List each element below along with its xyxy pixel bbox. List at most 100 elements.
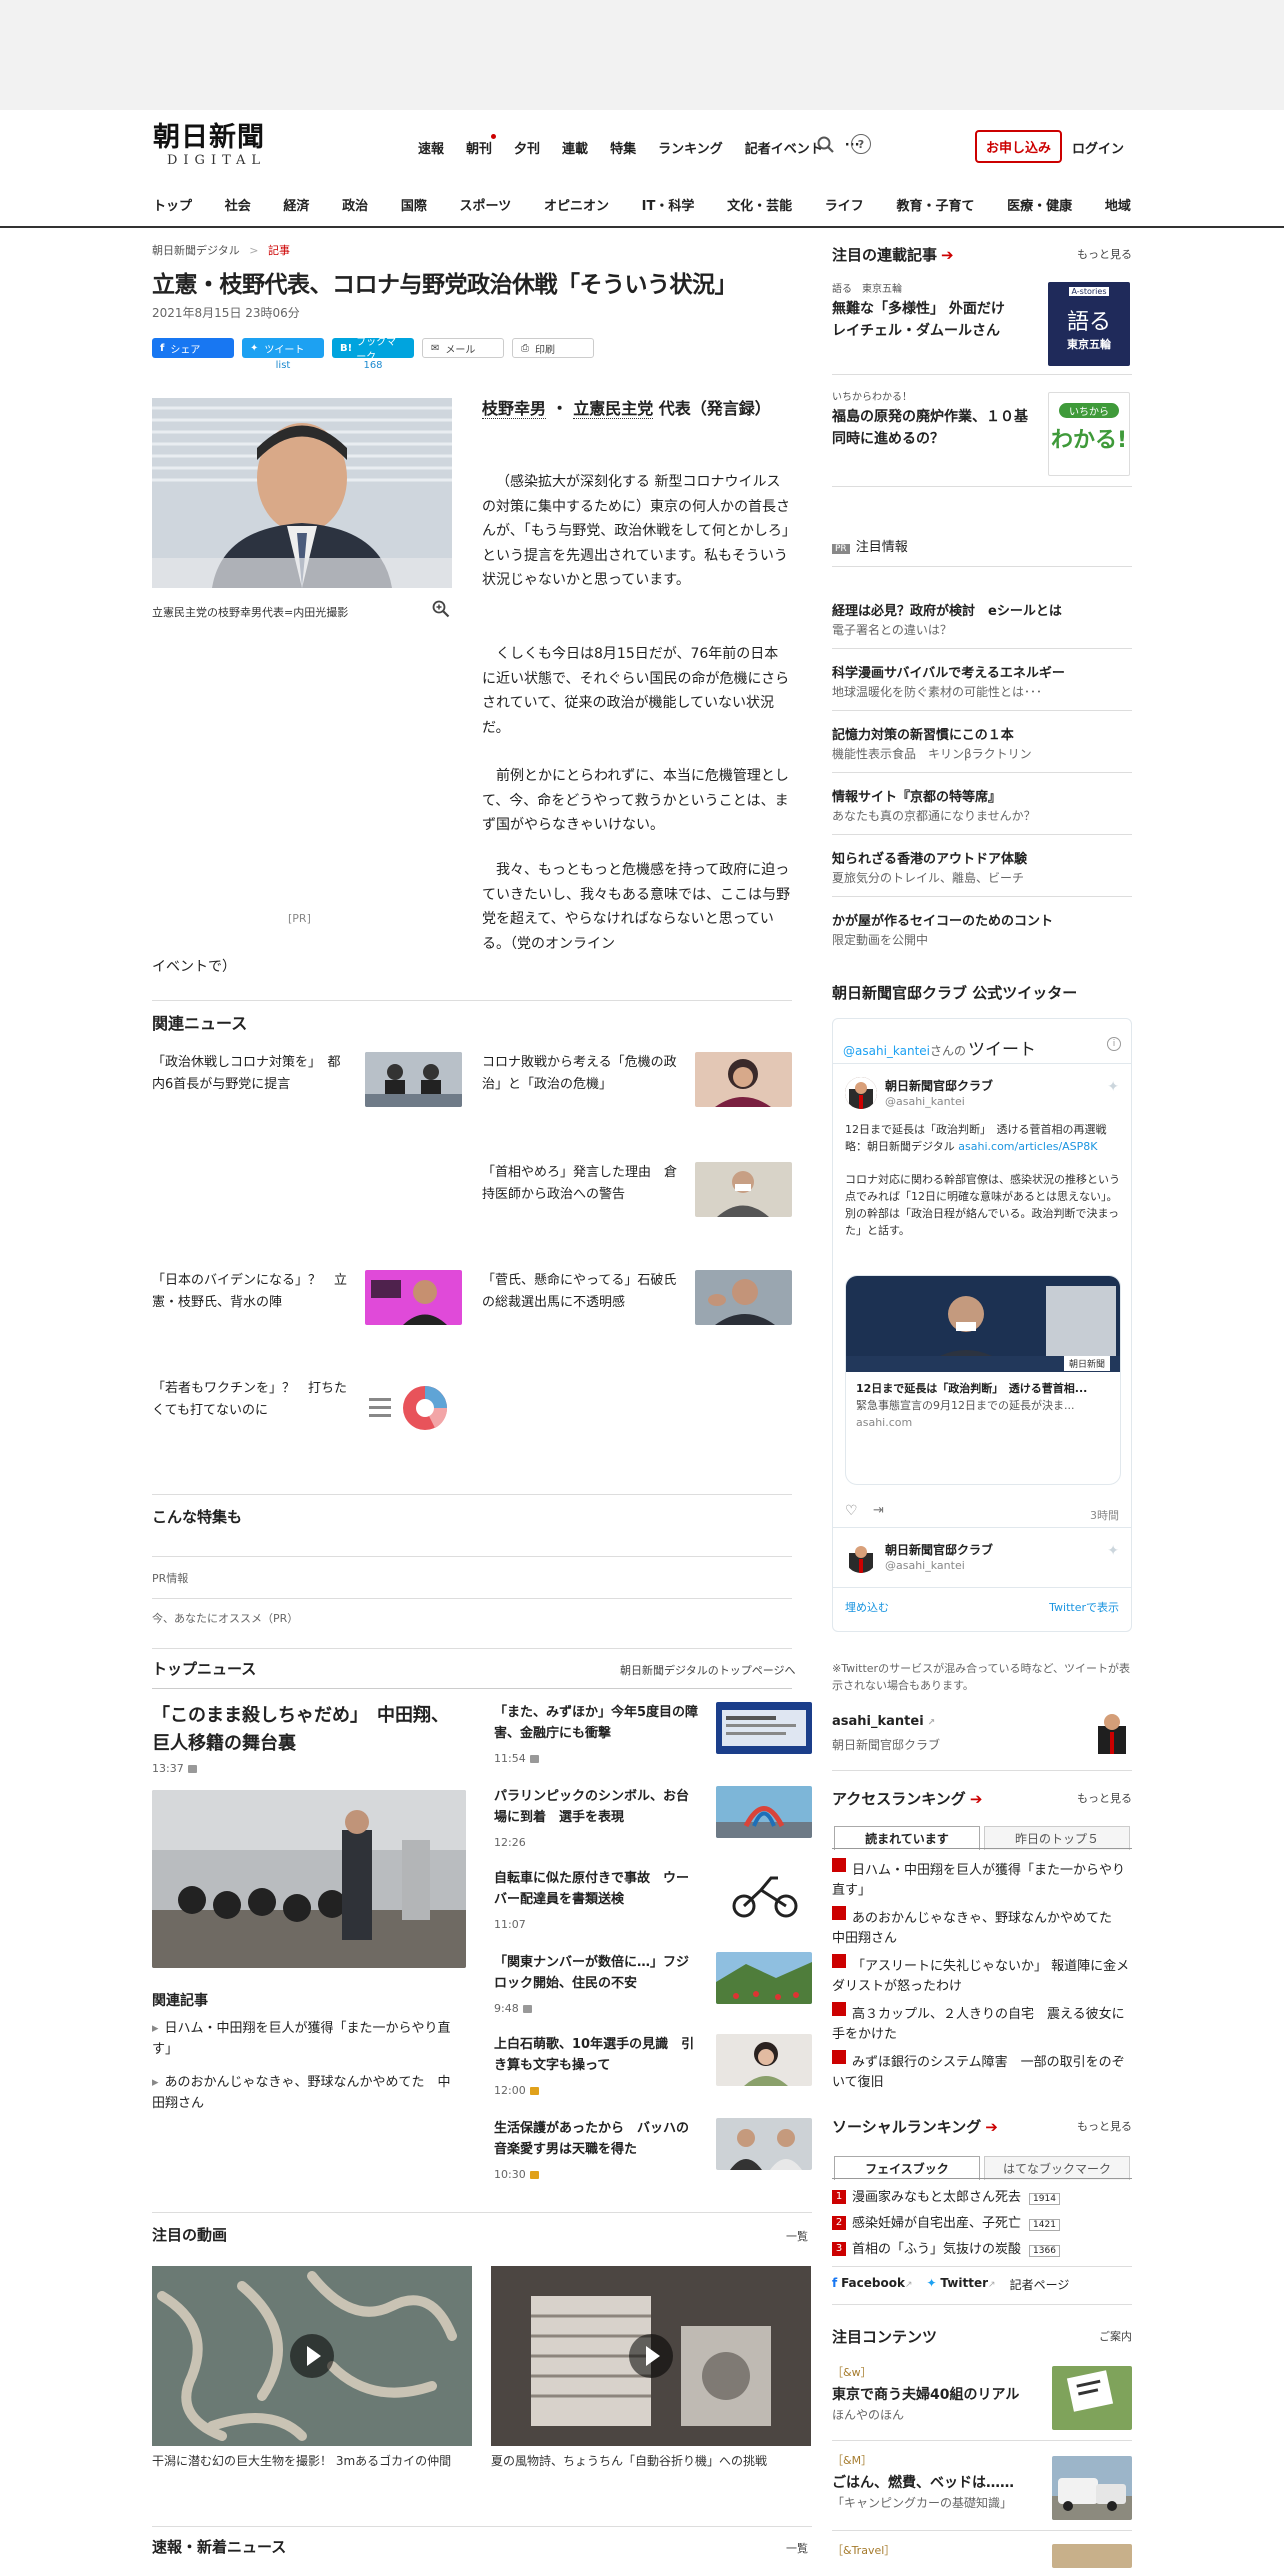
video-thumbnail[interactable] — [152, 2266, 472, 2446]
article-photo[interactable] — [152, 398, 452, 588]
facebook-link[interactable]: f Facebook↗ — [832, 2276, 913, 2293]
subscribe-button[interactable]: お申し込み — [975, 130, 1063, 163]
related-news-thumb[interactable] — [695, 1162, 792, 1217]
related-news-item[interactable]: 「若者もワクチンを」？ 打ちたくても打てないのに — [152, 1378, 347, 1422]
info-icon[interactable]: i — [1107, 1037, 1121, 1051]
content-guide-link[interactable]: ご案内 — [1099, 2328, 1132, 2344]
top-news-item-thumb[interactable] — [716, 1952, 812, 2004]
ranking-item[interactable]: 高３カップル、２人きりの自宅 震える彼女に手をかけた — [832, 2002, 1130, 2045]
help-icon[interactable]: ? — [851, 134, 871, 154]
category-sports[interactable]: スポーツ — [460, 195, 512, 214]
hatena-count[interactable]: 168 — [332, 360, 414, 371]
content-title[interactable]: 東京で商う夫婦40組のリアル — [832, 2384, 1032, 2404]
nav-events[interactable]: 記者イベント — [745, 138, 823, 157]
related-news-item[interactable]: 「首相やめろ」発言した理由 倉持医師から政治への警告 — [482, 1162, 677, 1206]
related-news-thumb[interactable] — [365, 1052, 462, 1107]
avatar[interactable] — [845, 1541, 877, 1573]
breaking-more-link[interactable]: 一覧 — [786, 2540, 808, 2556]
tweet-author-name[interactable]: 朝日新聞官邸クラブ — [885, 1541, 993, 1558]
related-news-thumb[interactable] — [695, 1052, 792, 1107]
search-icon[interactable] — [815, 134, 837, 156]
serial-more-link[interactable]: もっと見る — [1077, 246, 1132, 262]
category-politics[interactable]: 政治 — [342, 195, 368, 214]
serial-title[interactable]: 福島の原発の廃炉作業、１０基同時に進めるの？ — [832, 406, 1032, 450]
ranking-item[interactable]: みずほ銀行のシステム障害 一部の取引をのぞいて復旧 — [832, 2050, 1130, 2093]
nav-breaking[interactable]: 速報 — [418, 138, 444, 157]
tweet-time[interactable]: 3時間 — [1090, 1507, 1119, 1523]
nav-ranking[interactable]: ランキング — [658, 138, 723, 157]
facebook-share-button[interactable]: f シェア — [152, 338, 234, 358]
top-news-lead-photo[interactable] — [152, 1790, 466, 1968]
top-news-item-thumb[interactable] — [716, 1702, 812, 1754]
top-news-item-title[interactable]: パラリンピックのシンボル、お台場に到着 選手を表現 — [494, 1786, 700, 1828]
twitter-bird-icon[interactable]: ✦ — [1107, 1543, 1119, 1559]
reporter-page-link[interactable]: 記者ページ — [1010, 2276, 1070, 2293]
top-news-item-thumb[interactable] — [716, 2118, 812, 2170]
hatena-bookmark-button[interactable]: B! ブックマーク 168 — [332, 337, 414, 371]
category-international[interactable]: 国際 — [401, 195, 427, 214]
pr-item[interactable]: かが屋が作るセイコーのためのコント 限定動画を公開中 — [832, 910, 1132, 948]
related-article-link[interactable]: ▸ 日ハム・中田翔を巨人が獲得「また一からやり直す」 — [152, 2018, 462, 2060]
category-culture[interactable]: 文化・芸能 — [727, 195, 792, 214]
access-more-link[interactable]: もっと見る — [1077, 1790, 1132, 1806]
related-news-thumb[interactable] — [365, 1270, 462, 1325]
related-article-link[interactable]: ▸ あのおかんじゃなきゃ、野球なんかやめてた 中田翔さん — [152, 2072, 462, 2114]
social-ranking-item[interactable]: 2 感染妊婦が自宅出産、子死亡 1421 — [832, 2214, 1092, 2235]
category-it-science[interactable]: IT・科学 — [642, 195, 695, 214]
byline-name[interactable]: 枝野幸男 — [482, 399, 547, 419]
ranking-item[interactable]: 日ハム・中田翔を巨人が獲得「また一からやり直す」 — [832, 1858, 1130, 1901]
content-thumb[interactable] — [1052, 2456, 1132, 2520]
zoom-icon[interactable] — [432, 600, 450, 618]
category-top[interactable]: トップ — [153, 195, 192, 214]
related-news-item[interactable]: 「菅氏、懸命にやってる」石破氏の総裁選出馬に不透明感 — [482, 1270, 677, 1314]
pr-item[interactable]: 経理は必見？政府が検討 eシールとは 電子署名との違いは？ — [832, 600, 1132, 638]
twitter-link[interactable]: ✦ Twitter↗ — [927, 2276, 996, 2293]
top-news-item-title[interactable]: 上白石萌歌、10年選手の見識 引き算も文字も操って — [494, 2034, 700, 2076]
print-button[interactable]: ⎙ 印刷 — [512, 338, 594, 358]
top-news-item-thumb[interactable] — [716, 1868, 812, 1920]
category-education[interactable]: 教育・子育て — [896, 195, 974, 214]
tweet-author-name[interactable]: 朝日新聞官邸クラブ — [885, 1077, 993, 1094]
pr-item[interactable]: 情報サイト『京都の特等席』 あなたも真の京都通になりませんか？ — [832, 786, 1132, 824]
content-title[interactable]: ごはん、燃費、ベッドは…… — [832, 2472, 1032, 2492]
twitter-share-button[interactable]: ✦ ツイート list — [242, 338, 324, 371]
pr-item[interactable]: 記憶力対策の新習慣にこの１本 機能性表示食品 キリンβラクトリン — [832, 724, 1132, 762]
content-thumb[interactable] — [1052, 2366, 1132, 2430]
tweet-author-handle[interactable]: @asahi_kantei — [885, 1095, 965, 1108]
content-thumb[interactable] — [1052, 2544, 1132, 2568]
nav-feature[interactable]: 特集 — [610, 138, 636, 157]
video-title[interactable]: 夏の風物詩、ちょうちん「自動谷折り機」への挑戦 — [491, 2452, 811, 2471]
mail-button[interactable]: ✉ メール — [422, 338, 504, 358]
video-thumbnail[interactable] — [491, 2266, 811, 2446]
heart-icon[interactable]: ♡ — [845, 1503, 858, 1519]
category-life[interactable]: ライフ — [825, 195, 864, 214]
serial-title[interactable]: 無難な「多様性」 外面だけ レイチェル・ダムールさん — [832, 298, 1022, 342]
social-more-link[interactable]: もっと見る — [1077, 2118, 1132, 2134]
top-page-link[interactable]: 朝日新聞デジタルのトップページへ — [620, 1662, 796, 1678]
serial-thumb[interactable]: いちから わかる! — [1048, 392, 1130, 476]
play-icon[interactable] — [629, 2334, 673, 2378]
tab-most-read[interactable]: 読まれています — [834, 1826, 980, 1850]
top-news-item-title[interactable]: 生活保護があったから バッハの音楽愛す男は天職を得た — [494, 2118, 700, 2160]
breadcrumb-home[interactable]: 朝日新聞デジタル — [152, 244, 240, 257]
embed-link[interactable]: 埋め込む — [845, 1599, 889, 1615]
tab-facebook[interactable]: フェイスブック — [834, 2156, 980, 2180]
pr-item[interactable]: 科学漫画サバイバルで考えるエネルギー 地球温暖化を防ぐ素材の可能性とは･･･ — [832, 662, 1132, 700]
top-news-item-title[interactable]: 自転車に似た原付きで事故 ウーバー配達員を書類送検 — [494, 1868, 700, 1910]
share-icon[interactable]: ⇥ — [873, 1503, 884, 1518]
play-icon[interactable] — [290, 2334, 334, 2378]
account-handle[interactable]: asahi_kantei ↗ — [832, 1714, 1132, 1729]
top-news-item-thumb[interactable] — [716, 2034, 812, 2086]
tweet-author-handle[interactable]: @asahi_kantei — [885, 1559, 965, 1572]
tab-hatena[interactable]: はてなブックマーク — [984, 2156, 1130, 2180]
related-news-item[interactable]: 「日本のバイデンになる」？ 立憲・枝野氏、背水の陣 — [152, 1270, 347, 1314]
category-economy[interactable]: 経済 — [283, 195, 309, 214]
tweet-link[interactable]: asahi.com/articles/ASP8K — [958, 1140, 1097, 1153]
byline-party[interactable]: 立憲民主党 — [573, 399, 654, 419]
video-title[interactable]: 干潟に潜む幻の巨大生物を撮影！ 3mあるゴカイの仲間 — [152, 2452, 472, 2471]
ranking-item[interactable]: 「アスリートに失礼じゃないか」 報道陣に金メダリストが怒ったわけ — [832, 1954, 1130, 1997]
related-news-thumb[interactable] — [695, 1270, 792, 1325]
avatar[interactable] — [845, 1077, 877, 1109]
top-news-item-title[interactable]: 「また、みずほか」今年5度目の障害、金融庁にも衝撃 — [494, 1702, 700, 1744]
ranking-item[interactable]: あのおかんじゃなきゃ、野球なんかやめてた 中田翔さん — [832, 1906, 1130, 1949]
